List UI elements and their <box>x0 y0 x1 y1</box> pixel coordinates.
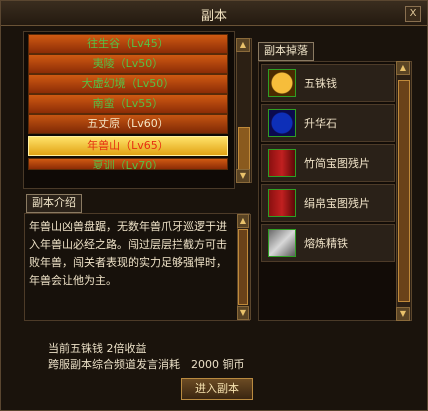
dungeon-item-daxu[interactable]: 大虚幻境（Lv50） <box>28 74 228 94</box>
dungeon-item-yiling[interactable]: 夷陵（Lv50） <box>28 54 228 74</box>
scroll-down-arrow-icon[interactable]: ▼ <box>236 169 250 183</box>
dungeon-item-nanman[interactable]: 南蛮（Lv55） <box>28 94 228 114</box>
description-tab[interactable]: 副本介绍 <box>26 194 82 213</box>
description-scroll-thumb[interactable] <box>238 229 248 305</box>
drops-scrollbar[interactable]: ▲ ▼ <box>396 61 412 321</box>
drops-scroll-thumb[interactable] <box>398 80 410 302</box>
dungeon-window: 副本 X 往生谷（Lv45） 夷陵（Lv50） 大虚幻境（Lv50） 南蛮（Lv… <box>0 0 428 411</box>
description-scrollbar[interactable]: ▲ ▼ <box>237 214 251 320</box>
title-bar: 副本 X <box>1 1 427 26</box>
dungeon-item-wuzhangyuan[interactable]: 五丈原（Lv60） <box>28 114 228 134</box>
cross-server-cost-text: 跨服副本综合频道发言消耗 2000 铜币 <box>48 358 245 371</box>
scroll-up-arrow-icon[interactable]: ▲ <box>236 38 250 52</box>
drops-scroll-down-icon[interactable]: ▼ <box>396 307 410 321</box>
dungeon-item-xiaxun[interactable]: 夏训（Lv70） <box>28 158 228 170</box>
drops-tab[interactable]: 副本掉落 <box>258 42 314 61</box>
drop-item-juanbo[interactable]: 绢帛宝图残片 <box>261 184 395 222</box>
enter-dungeon-button[interactable]: 进入副本 <box>181 378 253 400</box>
dungeon-list-scrollbar[interactable]: ▲ ▼ <box>236 38 252 183</box>
drops-scroll-up-icon[interactable]: ▲ <box>396 61 410 75</box>
description-text: 年兽山凶兽盘踞，无数年兽爪牙巡逻于进入年兽山必经之路。闯过层层拦截方可击败年兽，… <box>29 220 227 287</box>
dungeon-list: 往生谷（Lv45） 夷陵（Lv50） 大虚幻境（Lv50） 南蛮（Lv55） 五… <box>23 31 235 189</box>
drop-item-coin[interactable]: 五铢钱 <box>261 64 395 102</box>
blue-orb-icon <box>268 109 296 137</box>
dungeon-item-wangshenggu[interactable]: 往生谷（Lv45） <box>28 34 228 54</box>
coin-icon <box>268 69 296 97</box>
description-box: 年兽山凶兽盘踞，无数年兽爪牙巡逻于进入年兽山必经之路。闯过层层拦截方可击败年兽，… <box>24 213 251 321</box>
description-scroll-down-icon[interactable]: ▼ <box>237 306 249 320</box>
drop-item-shenghua[interactable]: 升华石 <box>261 104 395 142</box>
drop-item-ronglian[interactable]: 熔炼精铁 <box>261 224 395 262</box>
red-scroll-icon <box>268 189 296 217</box>
window-title: 副本 <box>200 9 227 24</box>
iron-icon <box>268 229 296 257</box>
red-scroll-icon <box>268 149 296 177</box>
drop-item-zhujian[interactable]: 竹简宝图残片 <box>261 144 395 182</box>
coin-bonus-text: 当前五铢钱 2倍收益 <box>48 342 147 355</box>
drops-list: 五铢钱 升华石 竹简宝图残片 绢帛宝图残片 熔炼精铁 <box>258 61 412 321</box>
dungeon-item-nianshoushan[interactable]: 年兽山（Lv65） <box>28 136 228 156</box>
description-scroll-up-icon[interactable]: ▲ <box>237 214 249 228</box>
close-button[interactable]: X <box>405 6 421 22</box>
